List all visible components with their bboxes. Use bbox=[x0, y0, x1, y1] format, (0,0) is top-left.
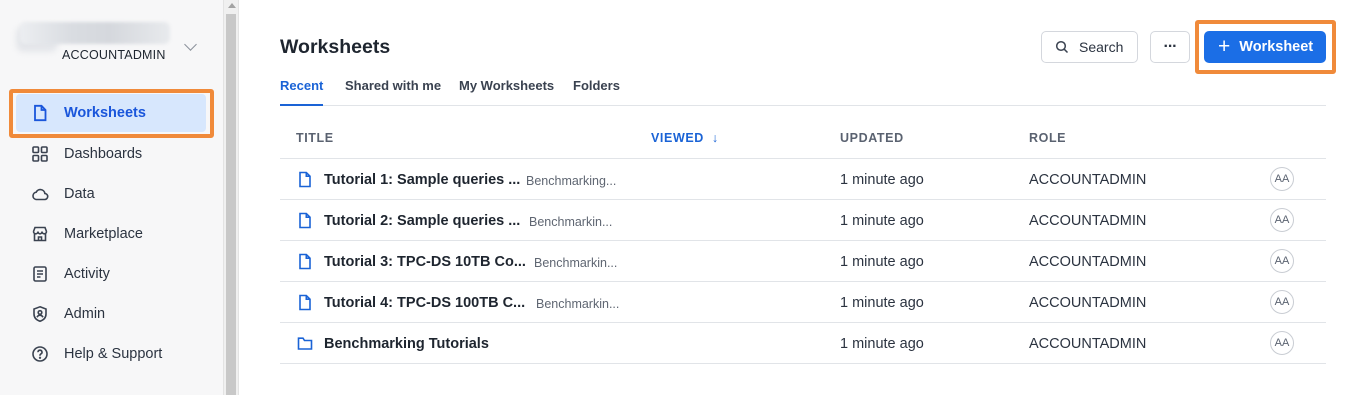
row-updated: 1 minute ago bbox=[840, 254, 924, 270]
table-row[interactable]: Tutorial 2: Sample queries ... Benchmark… bbox=[280, 200, 1326, 241]
table-row[interactable]: Tutorial 1: Sample queries ... Benchmark… bbox=[280, 159, 1326, 200]
tab-recent[interactable]: Recent bbox=[280, 78, 324, 106]
row-updated: 1 minute ago bbox=[840, 336, 924, 352]
help-circle-icon bbox=[31, 345, 49, 363]
search-button[interactable]: Search bbox=[1041, 31, 1138, 63]
table-row[interactable]: Tutorial 4: TPC-DS 100TB C... Benchmarki… bbox=[280, 282, 1326, 323]
shield-user-icon bbox=[31, 305, 49, 323]
row-title[interactable]: Tutorial 1: Sample queries ... bbox=[324, 172, 520, 188]
row-role: ACCOUNTADMIN bbox=[1029, 172, 1147, 188]
sidebar-item-data[interactable]: Data bbox=[16, 174, 206, 214]
sidebar-item-label: Marketplace bbox=[64, 226, 143, 242]
sidebar-scrollbar[interactable] bbox=[223, 0, 239, 395]
account-name-redacted bbox=[20, 22, 170, 44]
tab-folders[interactable]: Folders bbox=[573, 78, 620, 106]
row-updated: 1 minute ago bbox=[840, 213, 924, 229]
more-options-button[interactable]: ··· bbox=[1150, 31, 1190, 63]
row-folder: Benchmarking... bbox=[526, 174, 617, 188]
row-title[interactable]: Benchmarking Tutorials bbox=[324, 336, 489, 352]
row-folder: Benchmarkin... bbox=[534, 256, 618, 270]
column-header-viewed-label: VIEWED bbox=[651, 131, 704, 145]
activity-log-icon bbox=[31, 265, 49, 283]
row-role: ACCOUNTADMIN bbox=[1029, 336, 1147, 352]
row-updated: 1 minute ago bbox=[840, 172, 924, 188]
column-header-role[interactable]: ROLE bbox=[1029, 131, 1066, 145]
worksheet-icon bbox=[299, 212, 311, 229]
sidebar-item-label: Dashboards bbox=[64, 146, 143, 162]
row-updated: 1 minute ago bbox=[840, 295, 924, 311]
sidebar: ACCOUNTADMIN Worksheets Dashboards Data bbox=[0, 0, 223, 395]
search-icon bbox=[1055, 40, 1069, 54]
sidebar-item-activity[interactable]: Activity bbox=[16, 254, 206, 294]
owner-avatar: AA bbox=[1270, 167, 1294, 191]
table-row[interactable]: Benchmarking Tutorials 1 minute ago ACCO… bbox=[280, 323, 1326, 364]
dashboard-grid-icon bbox=[31, 145, 49, 163]
row-folder: Benchmarkin... bbox=[536, 297, 620, 311]
column-header-title[interactable]: TITLE bbox=[296, 131, 334, 145]
sidebar-item-label: Help & Support bbox=[64, 346, 163, 362]
tab-my-worksheets[interactable]: My Worksheets bbox=[459, 78, 554, 106]
owner-avatar: AA bbox=[1270, 249, 1294, 273]
page-title: Worksheets bbox=[280, 36, 391, 58]
column-header-updated[interactable]: UPDATED bbox=[840, 131, 904, 145]
row-role: ACCOUNTADMIN bbox=[1029, 295, 1147, 311]
scroll-up-icon[interactable] bbox=[228, 3, 236, 8]
tab-shared-with-me[interactable]: Shared with me bbox=[345, 78, 441, 106]
owner-avatar: AA bbox=[1270, 290, 1294, 314]
worksheet-tabs: Recent Shared with me My Worksheets Fold… bbox=[280, 78, 1326, 106]
row-title[interactable]: Tutorial 3: TPC-DS 10TB Co... bbox=[324, 254, 526, 270]
row-title[interactable]: Tutorial 4: TPC-DS 100TB C... bbox=[324, 295, 525, 311]
account-switcher[interactable]: ACCOUNTADMIN bbox=[16, 18, 212, 66]
sidebar-item-help-support[interactable]: Help & Support bbox=[16, 334, 206, 374]
worksheet-icon bbox=[299, 253, 311, 270]
row-folder: Benchmarkin... bbox=[529, 215, 613, 229]
worksheet-icon bbox=[299, 294, 311, 311]
sidebar-item-label: Data bbox=[64, 186, 95, 202]
main-content: Worksheets Search ··· + Worksheet Recent… bbox=[240, 0, 1356, 395]
owner-avatar: AA bbox=[1270, 331, 1294, 355]
account-role: ACCOUNTADMIN bbox=[62, 48, 166, 62]
row-role: ACCOUNTADMIN bbox=[1029, 254, 1147, 270]
sidebar-item-label: Admin bbox=[64, 306, 106, 322]
row-title[interactable]: Tutorial 2: Sample queries ... bbox=[324, 213, 520, 229]
sidebar-item-label: Activity bbox=[64, 266, 110, 282]
sidebar-item-marketplace[interactable]: Marketplace bbox=[16, 214, 206, 254]
column-header-viewed[interactable]: VIEWED ↓ bbox=[651, 131, 719, 145]
sort-descending-icon: ↓ bbox=[711, 131, 719, 145]
highlight-box-new-worksheet bbox=[1195, 20, 1336, 74]
scrollbar-thumb[interactable] bbox=[226, 14, 236, 395]
search-label: Search bbox=[1079, 39, 1124, 55]
worksheet-icon bbox=[299, 171, 311, 188]
sidebar-item-dashboards[interactable]: Dashboards bbox=[16, 134, 206, 174]
table-header: TITLE VIEWED ↓ UPDATED ROLE bbox=[280, 118, 1326, 159]
storefront-icon bbox=[31, 225, 49, 243]
chevron-down-icon[interactable] bbox=[184, 38, 197, 51]
table-row[interactable]: Tutorial 3: TPC-DS 10TB Co... Benchmarki… bbox=[280, 241, 1326, 282]
cloud-icon bbox=[31, 185, 49, 203]
folder-icon bbox=[297, 337, 313, 350]
worksheets-table: TITLE VIEWED ↓ UPDATED ROLE Tutorial 1: S… bbox=[280, 118, 1326, 364]
owner-avatar: AA bbox=[1270, 208, 1294, 232]
sidebar-item-admin[interactable]: Admin bbox=[16, 294, 206, 334]
row-role: ACCOUNTADMIN bbox=[1029, 213, 1147, 229]
ellipsis-icon: ··· bbox=[1163, 38, 1178, 55]
highlight-box-worksheets bbox=[9, 89, 214, 138]
